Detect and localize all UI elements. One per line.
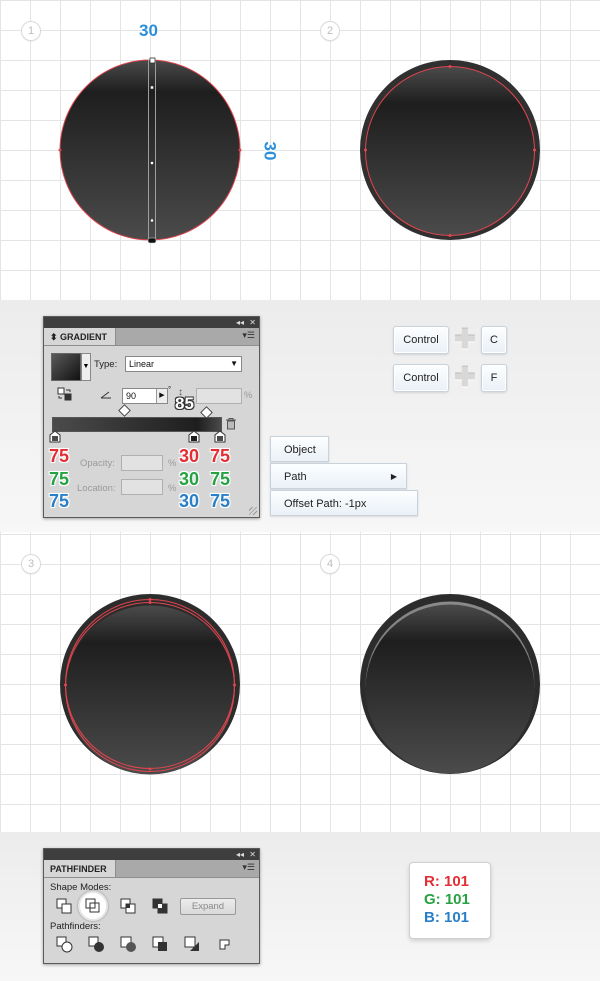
opacity-field[interactable]	[121, 455, 163, 471]
expand-button[interactable]: Expand	[180, 898, 236, 915]
trim-icon[interactable]	[88, 936, 106, 954]
opacity-label: Opacity:	[80, 458, 115, 469]
swatch-arrow-icon[interactable]: ▼	[81, 353, 91, 381]
type-label: Type:	[94, 359, 118, 370]
width-label: 30	[139, 21, 158, 40]
close-icon[interactable]: ✕	[249, 849, 256, 860]
panel-menu-icon[interactable]: ▾☰	[242, 330, 255, 341]
plus-icon: ✚	[454, 362, 476, 392]
gradient-slider[interactable]	[52, 417, 222, 432]
intersect-icon[interactable]	[120, 898, 138, 916]
stop-right-b: 75	[210, 491, 231, 511]
reverse-gradient-icon[interactable]	[57, 387, 73, 401]
pathfinder-panel: ◂◂ ✕ PATHFINDER ▾☰ Shape Modes: Expand P…	[43, 848, 260, 964]
midpoint-icon[interactable]	[118, 404, 131, 417]
collapse-icon[interactable]: ◂◂	[236, 849, 244, 860]
stop-right-r: 75	[210, 446, 231, 466]
outline-icon[interactable]	[184, 936, 202, 954]
angle-icon	[100, 391, 112, 399]
pathfinders-label: Pathfinders:	[50, 921, 101, 932]
trash-icon[interactable]	[226, 418, 236, 430]
rgb-g: G: 101	[424, 891, 470, 908]
collapse-icon[interactable]: ◂◂	[236, 317, 244, 328]
angle-field[interactable]: 90 ▶	[122, 388, 168, 404]
menu-path[interactable]: Path ▶	[270, 463, 407, 489]
tab-pathfinder[interactable]: PATHFINDER	[44, 860, 116, 877]
merge-icon[interactable]	[120, 936, 138, 954]
stop-mid-g: 30	[179, 469, 200, 489]
panel-titlebar[interactable]: ◂◂ ✕	[44, 849, 259, 860]
rgb-values-card: R: 101 G: 101 B: 101	[409, 862, 491, 939]
angle-dropdown-icon[interactable]: ▶	[156, 389, 167, 403]
stop-left-g: 75	[49, 469, 70, 489]
panel-menu-icon[interactable]: ▾☰	[242, 862, 255, 873]
stop-mid-b: 30	[179, 491, 200, 511]
menu-offset-path[interactable]: Offset Path: -1px	[270, 490, 418, 516]
rgb-b: B: 101	[424, 909, 470, 926]
menu-path-label: Path	[284, 471, 307, 483]
dropdown-icon: ▼	[230, 359, 238, 368]
shape-modes-label: Shape Modes:	[50, 882, 112, 893]
stop-left-b: 75	[49, 491, 70, 511]
minus-front-icon[interactable]	[85, 898, 103, 916]
height-label: 30	[260, 141, 280, 161]
submenu-arrow-icon: ▶	[390, 472, 397, 481]
minus-back-icon[interactable]	[216, 936, 234, 954]
stop-left-r: 75	[49, 446, 70, 466]
panel-titlebar[interactable]: ◂◂ ✕	[44, 317, 259, 328]
rgb-r: R: 101	[424, 873, 470, 890]
crop-icon[interactable]	[152, 936, 170, 954]
aspect-unit: %	[244, 390, 253, 401]
key-f: F	[481, 364, 507, 392]
unite-icon[interactable]	[56, 898, 74, 916]
aspect-ratio-field[interactable]	[196, 388, 242, 404]
plus-icon: ✚	[454, 324, 476, 354]
angle-value: 90	[126, 391, 137, 401]
key-control: Control	[393, 364, 449, 392]
location-field[interactable]	[121, 479, 163, 495]
key-control: Control	[393, 326, 449, 354]
location-unit: %	[168, 483, 177, 494]
gradient-panel: ◂◂ ✕ ⬍ GRADIENT ▾☰ ▼ Type: Linear ▼ 90 ▶…	[43, 316, 260, 518]
type-select[interactable]: Linear ▼	[125, 356, 242, 372]
tab-gradient-label: GRADIENT	[60, 332, 108, 342]
opacity-unit: %	[168, 458, 177, 469]
gradient-swatch[interactable]	[51, 353, 81, 381]
close-icon[interactable]: ✕	[249, 317, 256, 328]
key-c: C	[481, 326, 507, 354]
selected-circle	[59, 59, 241, 241]
circle-illustration-bottom	[60, 594, 540, 775]
exclude-icon[interactable]	[152, 898, 170, 916]
stop-mid-r: 30	[179, 446, 200, 466]
resize-grip-icon[interactable]	[249, 507, 257, 515]
inner-circle	[365, 66, 535, 236]
divide-icon[interactable]	[56, 936, 74, 954]
circle-illustration-top	[58, 57, 540, 244]
degree-symbol: °	[168, 385, 172, 394]
menu-object[interactable]: Object	[270, 436, 329, 462]
tab-gradient[interactable]: ⬍ GRADIENT	[44, 328, 117, 345]
aspect-ratio-callout: 85	[175, 394, 194, 413]
location-label: Location:	[77, 483, 116, 494]
stop-right-g: 75	[210, 469, 231, 489]
type-select-value: Linear	[129, 359, 155, 369]
